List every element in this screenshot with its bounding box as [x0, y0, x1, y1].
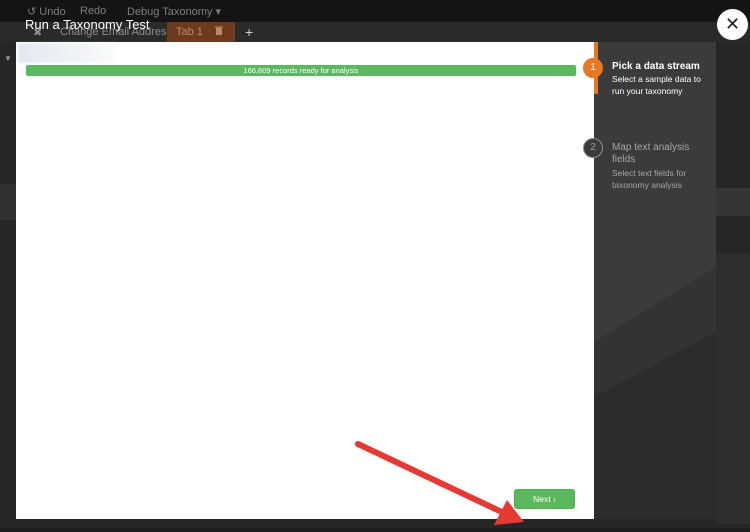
step-title: Map text analysis fields	[612, 142, 690, 165]
steps-panel: Pick a data stream Select a sample data …	[594, 42, 716, 519]
step-number-badge: 2	[583, 138, 603, 158]
background-panel	[716, 188, 750, 216]
step-number-badge: 1	[583, 58, 603, 78]
modal-content: 166,609 records ready for analysis Next …	[16, 42, 594, 525]
tab-active-label: Tab 1	[176, 26, 203, 38]
redo-button[interactable]: Redo	[80, 5, 106, 17]
blurred-header	[18, 43, 116, 63]
annotation-arrow	[355, 441, 524, 525]
panel-decoration	[594, 267, 716, 519]
records-progress-bar: 166,609 records ready for analysis	[26, 65, 576, 76]
background-panel	[716, 254, 750, 524]
modal-title: Run a Taxonomy Test	[25, 17, 150, 32]
step-description: Select a sample data to run your taxonom…	[612, 74, 701, 96]
trash-icon[interactable]	[215, 26, 223, 35]
close-icon[interactable]: ✕	[717, 9, 748, 40]
step-description: Select text fields for taxonomy analysis	[612, 168, 687, 190]
caret-down-icon: ▼	[4, 54, 12, 63]
tab-active[interactable]: Tab 1	[167, 22, 235, 42]
next-button[interactable]: Next ›	[514, 489, 575, 509]
add-tab-button[interactable]: +	[245, 24, 253, 40]
step-title: Pick a data stream	[612, 61, 700, 72]
